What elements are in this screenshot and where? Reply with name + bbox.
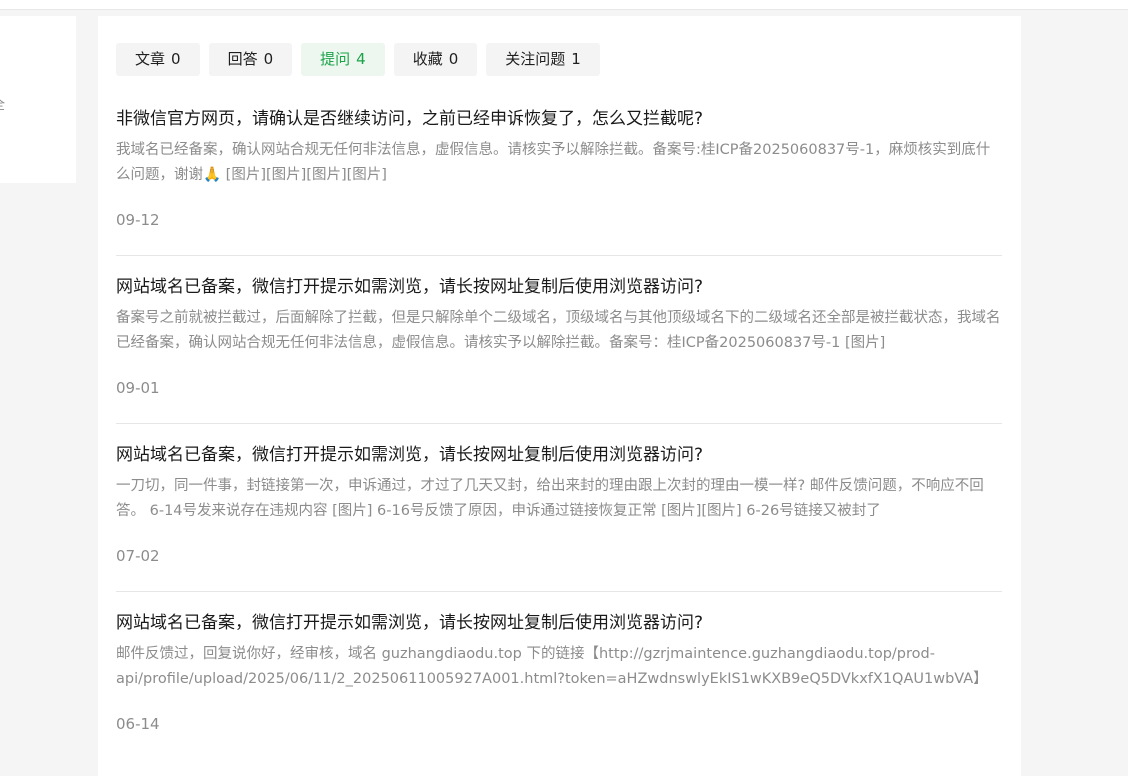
question-date: 09-01 (116, 379, 160, 397)
question-title-link[interactable]: 网站域名已备案，微信打开提示如需浏览，请长按网址复制后使用浏览器访问? (116, 440, 1002, 465)
question-item: 网站域名已备案，微信打开提示如需浏览，请长按网址复制后使用浏览器访问? 一刀切，… (116, 424, 1002, 592)
tab-label: 提问 (320, 50, 351, 68)
tab-articles[interactable]: 文章 0 (116, 43, 200, 76)
tab-count: 4 (356, 50, 366, 68)
question-item: 非微信官方网页，请确认是否继续访问，之前已经申诉恢复了，怎么又拦截呢? 我域名已… (116, 88, 1002, 256)
question-title-link[interactable]: 网站域名已备案，微信打开提示如需浏览，请长按网址复制后使用浏览器访问? (116, 272, 1002, 297)
question-excerpt: 邮件反馈过，回复说你好，经审核，域名 guzhangdiaodu.top 下的链… (116, 646, 988, 687)
question-list: 非微信官方网页，请确认是否继续访问，之前已经申诉恢复了，怎么又拦截呢? 我域名已… (116, 88, 1002, 760)
tab-favorites[interactable]: 收藏 0 (393, 43, 478, 76)
tab-label: 文章 (135, 50, 166, 68)
question-excerpt: 一刀切，同一件事，封链接第一次，申诉通过，才过了几天又封，给出来封的理由跟上次封… (116, 478, 984, 519)
left-sidebar-panel: 全 (0, 16, 76, 183)
tab-answers[interactable]: 回答 0 (208, 43, 293, 76)
tab-count: 1 (571, 50, 581, 68)
tab-count: 0 (171, 50, 181, 68)
profile-tabs: 文章 0 回答 0 提问 4 收藏 0 关注问题 1 (116, 43, 600, 76)
sidebar-edge-text: 全 (0, 94, 5, 113)
tab-count: 0 (448, 50, 459, 68)
tab-count: 0 (263, 50, 274, 68)
top-bar (0, 0, 1128, 10)
tab-label: 关注问题 (505, 50, 566, 68)
tab-questions[interactable]: 提问 4 (301, 43, 385, 76)
question-date: 09-12 (116, 211, 160, 229)
tab-label: 收藏 (412, 50, 443, 68)
question-date: 07-02 (116, 547, 160, 565)
question-excerpt: 我域名已经备案，确认网站合规无任何非法信息，虚假信息。请核实予以解除拦截。备案号… (116, 142, 991, 183)
question-excerpt: 备案号之前就被拦截过，后面解除了拦截，但是只解除单个二级域名，顶级域名与其他顶级… (116, 310, 1001, 351)
question-title-link[interactable]: 非微信官方网页，请确认是否继续访问，之前已经申诉恢复了，怎么又拦截呢? (116, 104, 1002, 129)
tab-label: 回答 (227, 50, 258, 68)
question-item: 网站域名已备案，微信打开提示如需浏览，请长按网址复制后使用浏览器访问? 备案号之… (116, 256, 1002, 424)
question-title-link[interactable]: 网站域名已备案，微信打开提示如需浏览，请长按网址复制后使用浏览器访问? (116, 608, 1002, 633)
tab-followed-questions[interactable]: 关注问题 1 (486, 43, 600, 76)
question-item: 网站域名已备案，微信打开提示如需浏览，请长按网址复制后使用浏览器访问? 邮件反馈… (116, 592, 1002, 760)
question-date: 06-14 (116, 715, 160, 733)
main-content-card: 文章 0 回答 0 提问 4 收藏 0 关注问题 1 非微信官方网页，请确认是否继续访问，… (98, 16, 1021, 776)
